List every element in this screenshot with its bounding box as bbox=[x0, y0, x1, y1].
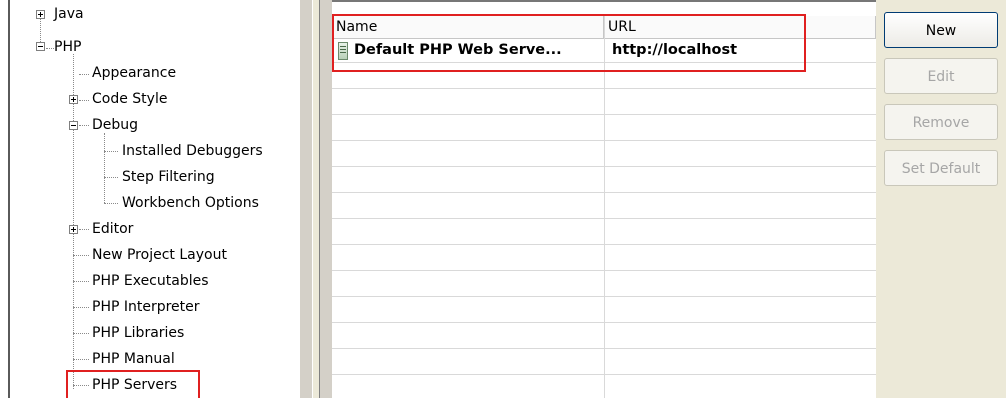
set-default-button[interactable]: Set Default bbox=[884, 150, 998, 186]
tree-connector bbox=[73, 307, 89, 308]
row-divider bbox=[332, 114, 876, 115]
tree-connector bbox=[104, 177, 118, 178]
tree-connector bbox=[104, 203, 118, 204]
tree-connector bbox=[104, 133, 105, 203]
tree-connector bbox=[79, 125, 89, 126]
tree-item-php-manual[interactable]: PHP Manual bbox=[92, 349, 175, 369]
expand-java-toggle[interactable] bbox=[36, 10, 45, 19]
row-divider bbox=[332, 192, 876, 193]
row-divider bbox=[332, 296, 876, 297]
expand-code-style-toggle[interactable] bbox=[69, 95, 78, 104]
pane-splitter[interactable] bbox=[300, 0, 332, 398]
tree-item-step-filtering[interactable]: Step Filtering bbox=[122, 167, 215, 187]
tree-item-php-libraries[interactable]: PHP Libraries bbox=[92, 323, 184, 343]
collapse-php-toggle[interactable] bbox=[36, 42, 45, 51]
row-divider bbox=[332, 374, 876, 375]
tree-item-workbench-options[interactable]: Workbench Options bbox=[122, 193, 259, 213]
row-divider bbox=[332, 218, 876, 219]
tree-connector bbox=[73, 54, 74, 389]
row-divider bbox=[332, 348, 876, 349]
row-divider bbox=[332, 322, 876, 323]
tree-connector bbox=[73, 255, 89, 256]
tree-item-java[interactable]: Java bbox=[54, 4, 84, 24]
tree-item-installed-debuggers[interactable]: Installed Debuggers bbox=[122, 141, 263, 161]
row-divider bbox=[332, 140, 876, 141]
php-servers-highlight bbox=[66, 370, 200, 398]
preferences-tree[interactable]: Java PHP Appearance Code Style Debug Ins… bbox=[0, 0, 300, 398]
tree-item-debug[interactable]: Debug bbox=[92, 115, 138, 135]
tree-connector bbox=[104, 151, 118, 152]
tree-border bbox=[8, 0, 10, 398]
tree-connector bbox=[73, 359, 89, 360]
new-button[interactable]: New bbox=[884, 12, 998, 48]
table-highlight bbox=[332, 14, 806, 72]
expand-editor-toggle[interactable] bbox=[69, 225, 78, 234]
tree-connector bbox=[73, 333, 89, 334]
tree-item-code-style[interactable]: Code Style bbox=[92, 89, 167, 109]
tree-connector bbox=[79, 74, 89, 75]
tree-item-editor[interactable]: Editor bbox=[92, 219, 133, 239]
tree-connector bbox=[46, 48, 54, 49]
tree-connector bbox=[79, 100, 89, 101]
remove-button[interactable]: Remove bbox=[884, 104, 998, 140]
row-divider bbox=[332, 244, 876, 245]
tree-item-new-project-layout[interactable]: New Project Layout bbox=[92, 245, 227, 265]
column-divider bbox=[604, 16, 605, 398]
tree-item-php[interactable]: PHP bbox=[54, 37, 81, 57]
row-divider bbox=[332, 88, 876, 89]
splitter-handle[interactable] bbox=[312, 0, 320, 398]
edit-button[interactable]: Edit bbox=[884, 58, 998, 94]
button-panel: New Edit Remove Set Default bbox=[876, 0, 1006, 398]
row-divider bbox=[332, 270, 876, 271]
row-divider bbox=[332, 166, 876, 167]
tree-connector bbox=[79, 229, 89, 230]
collapse-debug-toggle[interactable] bbox=[69, 121, 78, 130]
tree-connector bbox=[73, 281, 89, 282]
tree-item-php-executables[interactable]: PHP Executables bbox=[92, 271, 209, 291]
tree-item-appearance[interactable]: Appearance bbox=[92, 63, 176, 83]
tree-item-php-interpreter[interactable]: PHP Interpreter bbox=[92, 297, 200, 317]
